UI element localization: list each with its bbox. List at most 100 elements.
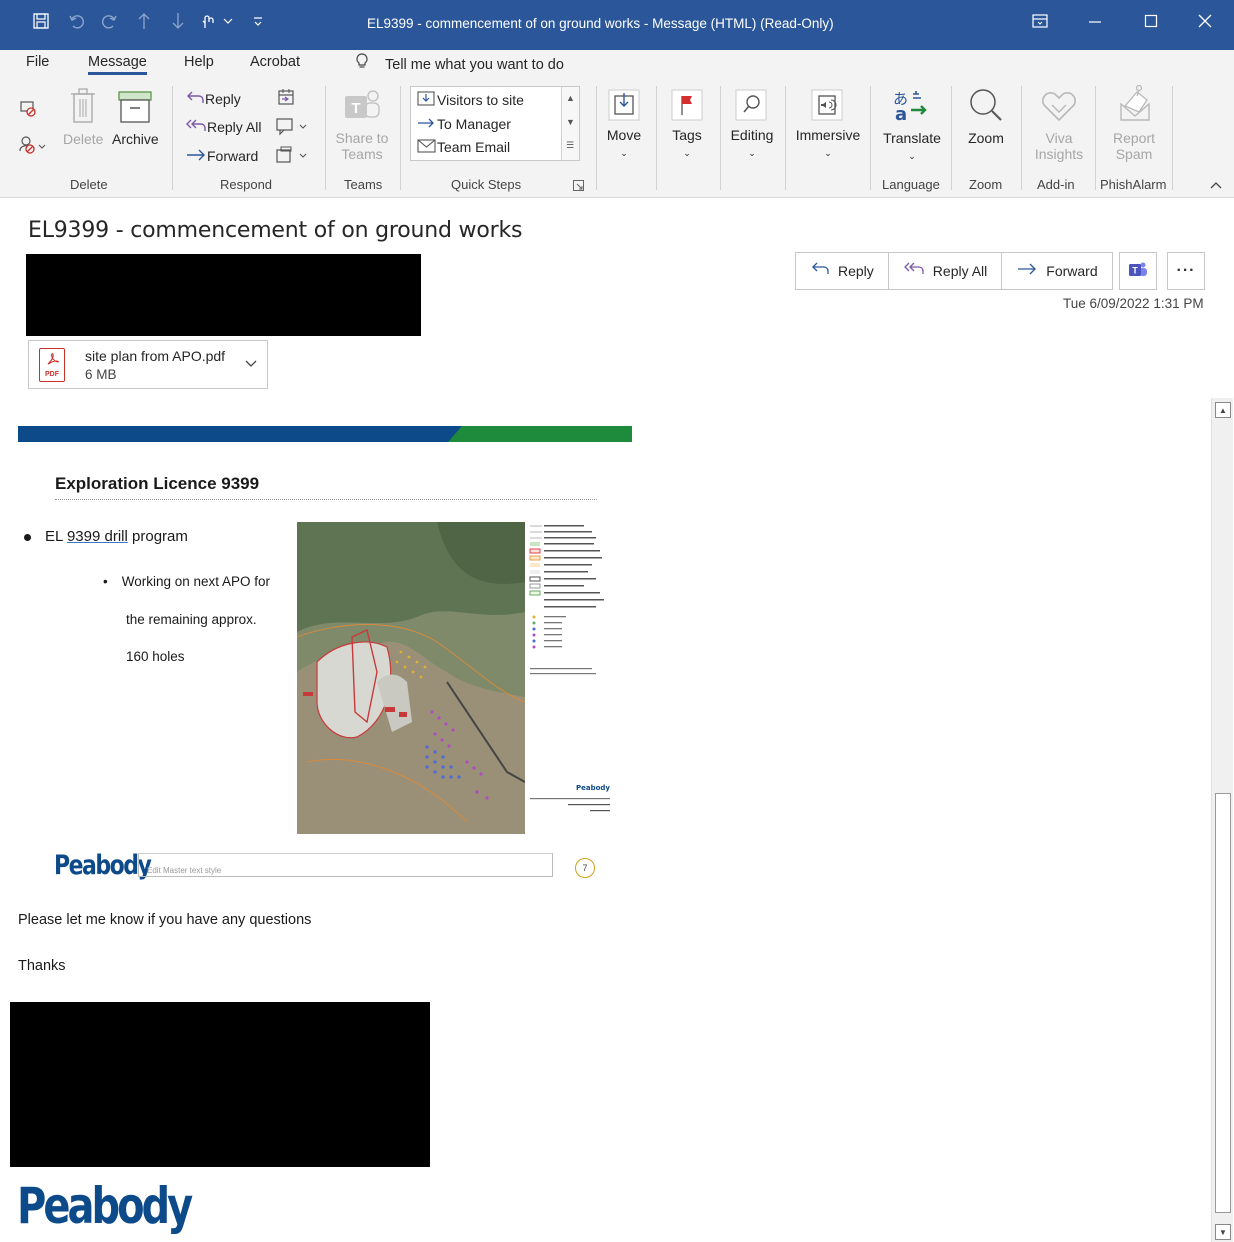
ribbon-separator bbox=[1095, 86, 1096, 190]
addin-group-label: Add-in bbox=[1037, 177, 1075, 192]
translate-icon: あa bbox=[891, 88, 931, 122]
up-icon[interactable] bbox=[137, 12, 151, 35]
zoom-group-label: Zoom bbox=[969, 177, 1003, 192]
reply-all-icon bbox=[903, 262, 925, 281]
slide-page-number: 7 bbox=[575, 858, 595, 878]
archive-icon[interactable] bbox=[117, 90, 153, 124]
tab-message[interactable]: Message bbox=[88, 54, 147, 75]
quick-step-team-email[interactable]: Team Email bbox=[417, 138, 510, 155]
chevron-up-icon[interactable]: ▲ bbox=[566, 93, 575, 103]
maximize-icon[interactable] bbox=[1143, 12, 1159, 35]
immersive-reader-icon bbox=[810, 88, 844, 122]
delete-button[interactable]: Delete bbox=[63, 131, 103, 147]
redo-icon[interactable] bbox=[100, 12, 118, 35]
scroll-thumb[interactable] bbox=[1215, 793, 1231, 1213]
tell-me-search[interactable]: Tell me what you want to do bbox=[355, 53, 564, 73]
menu-bar: File Message Help Acrobat Tell me what y… bbox=[0, 50, 1234, 78]
move-button[interactable]: Move ⌄ bbox=[600, 127, 648, 159]
quick-steps-gallery: Visitors to site To Manager Team Email ▲… bbox=[410, 86, 580, 161]
teams-group-label: Teams bbox=[344, 177, 383, 192]
quick-step-visitors[interactable]: Visitors to site bbox=[417, 91, 524, 108]
translate-button[interactable]: Translate ⌄ bbox=[878, 130, 946, 162]
ribbon-separator bbox=[720, 86, 721, 190]
editing-button[interactable]: Editing ⌄ bbox=[722, 127, 782, 159]
slide-bullet: EL 9399 drill program bbox=[24, 528, 188, 545]
zoom-icon bbox=[967, 86, 1005, 124]
forward-button[interactable]: Forward bbox=[1002, 253, 1111, 289]
im-icon[interactable] bbox=[274, 116, 310, 136]
reply-all-arrow-icon bbox=[186, 119, 206, 131]
close-icon[interactable] bbox=[1197, 12, 1213, 35]
redacted-signature bbox=[10, 1002, 430, 1167]
slide-footer-textbox: Edit Master text style bbox=[138, 853, 553, 877]
ribbon: Delete Archive Delete Reply Reply All Fo… bbox=[0, 78, 1234, 198]
attachment-card[interactable]: PDF site plan from APO.pdf 6 MB bbox=[28, 340, 268, 389]
tab-help[interactable]: Help bbox=[184, 54, 214, 70]
bullet-dot bbox=[24, 533, 31, 541]
save-icon[interactable] bbox=[32, 12, 50, 35]
expand-gallery-icon[interactable]: ☰ bbox=[566, 140, 574, 151]
tags-button[interactable]: Tags ⌄ bbox=[663, 127, 711, 159]
reply-icon bbox=[810, 262, 830, 281]
window-title: EL9399 - commencement of on ground works… bbox=[367, 16, 834, 31]
chevron-down-icon: ⌄ bbox=[683, 148, 691, 158]
mail-icon bbox=[417, 139, 436, 153]
message-actions: Reply Reply All Forward bbox=[795, 252, 1113, 290]
teams-share-icon: T bbox=[343, 88, 383, 124]
viva-insights-icon bbox=[1040, 86, 1078, 124]
junk-icon[interactable] bbox=[18, 133, 48, 155]
chevron-down-icon[interactable]: ▼ bbox=[566, 117, 575, 127]
immersive-button[interactable]: Immersive ⌄ bbox=[793, 127, 863, 159]
report-spam-icon bbox=[1115, 84, 1155, 124]
scroll-down-icon[interactable]: ▼ bbox=[1215, 1224, 1231, 1240]
minimize-icon[interactable] bbox=[1087, 12, 1103, 35]
slide-sub-bullet: • Working on next APO for bbox=[103, 574, 271, 589]
ribbon-separator bbox=[400, 86, 401, 190]
share-to-teams-button[interactable]: Share to Teams bbox=[330, 130, 394, 162]
quick-steps-scroll[interactable]: ▲ ▼ ☰ bbox=[561, 87, 579, 160]
report-spam-button[interactable]: Report Spam bbox=[1105, 130, 1163, 162]
forward-arrow-icon bbox=[418, 118, 434, 128]
viva-insights-button[interactable]: Viva Insights bbox=[1028, 130, 1090, 162]
ribbon-reply-all-button[interactable]: Reply All bbox=[185, 119, 261, 135]
chevron-down-icon: ⌄ bbox=[620, 148, 628, 158]
ribbon-reply-button[interactable]: Reply bbox=[185, 91, 241, 107]
ribbon-separator bbox=[325, 86, 326, 190]
zoom-button[interactable]: Zoom bbox=[961, 130, 1011, 146]
ignore-icon[interactable] bbox=[18, 98, 38, 118]
teams-icon: T bbox=[1128, 260, 1148, 283]
collapse-ribbon-icon[interactable] bbox=[1208, 179, 1224, 191]
touch-mode-icon[interactable] bbox=[200, 12, 234, 35]
quick-step-to-manager[interactable]: To Manager bbox=[417, 115, 511, 132]
more-respond-icon[interactable] bbox=[274, 145, 310, 165]
vertical-scrollbar[interactable]: ▲ ▼ bbox=[1211, 398, 1233, 1242]
peabody-signature-logo: Peabody bbox=[17, 1178, 193, 1236]
ribbon-forward-button[interactable]: Forward bbox=[185, 148, 258, 164]
body-paragraph: Thanks bbox=[18, 958, 66, 974]
ribbon-display-icon[interactable] bbox=[1031, 12, 1049, 35]
teams-chat-button[interactable]: T bbox=[1119, 252, 1157, 290]
svg-text:Peabody: Peabody bbox=[576, 784, 610, 792]
down-icon[interactable] bbox=[171, 12, 185, 35]
svg-text:T: T bbox=[1132, 265, 1138, 275]
tab-acrobat[interactable]: Acrobat bbox=[250, 54, 300, 70]
scroll-up-icon[interactable]: ▲ bbox=[1215, 402, 1231, 418]
reply-all-button[interactable]: Reply All bbox=[889, 253, 1003, 289]
title-bar: EL9399 - commencement of on ground works… bbox=[0, 0, 1234, 50]
ribbon-separator bbox=[870, 86, 871, 190]
customize-icon[interactable] bbox=[252, 12, 264, 35]
reply-button[interactable]: Reply bbox=[796, 253, 889, 289]
lightbulb-icon bbox=[355, 53, 371, 73]
dialog-launcher-icon[interactable] bbox=[572, 179, 584, 191]
ribbon-separator bbox=[172, 86, 173, 190]
more-actions-button[interactable]: ··· bbox=[1167, 252, 1205, 290]
tab-file[interactable]: File bbox=[26, 54, 49, 70]
chevron-down-icon[interactable] bbox=[245, 356, 257, 371]
embedded-slide-image: Exploration Licence 9399 EL 9399 drill p… bbox=[18, 398, 632, 898]
forward-icon bbox=[1016, 262, 1038, 281]
ribbon-separator bbox=[951, 86, 952, 190]
meeting-icon[interactable] bbox=[275, 87, 297, 107]
undo-icon[interactable] bbox=[68, 12, 86, 35]
ribbon-separator bbox=[656, 86, 657, 190]
archive-button[interactable]: Archive bbox=[112, 131, 159, 147]
